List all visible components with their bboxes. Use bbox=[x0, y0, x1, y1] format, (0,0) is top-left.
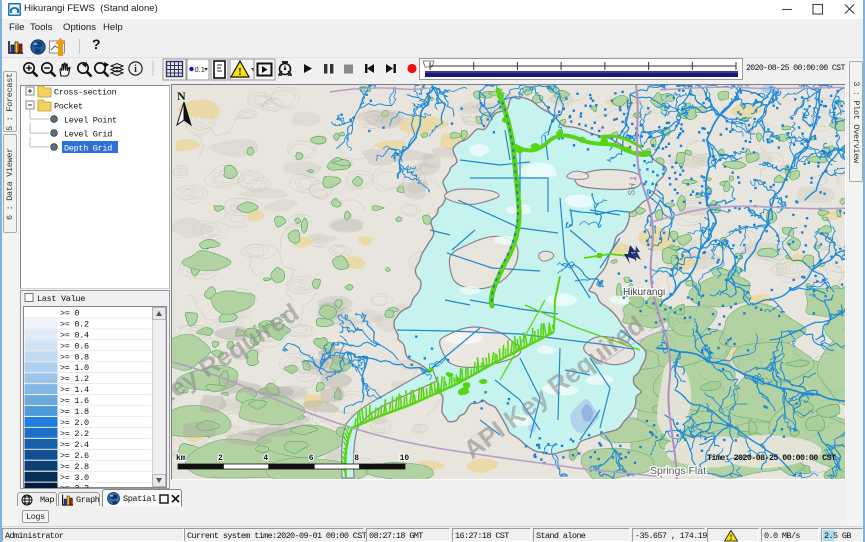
svg-text:8: 8 bbox=[354, 454, 359, 463]
svg-text:0.1: 0.1 bbox=[195, 65, 205, 74]
svg-text:Level Point: Level Point bbox=[64, 116, 117, 126]
svg-text:km: km bbox=[176, 454, 186, 463]
svg-text:>= 2.2: >= 2.2 bbox=[60, 429, 89, 439]
svg-text:>= 1.0: >= 1.0 bbox=[60, 363, 89, 373]
svg-text:>= 0.8: >= 0.8 bbox=[60, 352, 89, 362]
svg-text:2: 2 bbox=[218, 454, 223, 463]
svg-text:>= 2.0: >= 2.0 bbox=[60, 418, 89, 428]
svg-text:>= 0.2: >= 0.2 bbox=[60, 320, 89, 330]
svg-text:Hikurangi: Hikurangi bbox=[623, 287, 665, 298]
svg-text:10: 10 bbox=[400, 454, 410, 463]
svg-text:Time: 2020-08-25 00:00:00 CST: Time: 2020-08-25 00:00:00 CST bbox=[707, 453, 836, 463]
svg-text:>= 3.0: >= 3.0 bbox=[60, 473, 89, 483]
svg-text:>= 2.4: >= 2.4 bbox=[60, 440, 89, 450]
svg-text:i: i bbox=[134, 64, 137, 75]
svg-text:Last Value: Last Value bbox=[37, 294, 85, 304]
svg-text:>= 2.8: >= 2.8 bbox=[60, 462, 89, 472]
svg-text:>= 2.6: >= 2.6 bbox=[60, 451, 89, 461]
svg-text:>= 1.6: >= 1.6 bbox=[60, 396, 89, 406]
svg-text:Springs Flat: Springs Flat bbox=[650, 465, 706, 477]
svg-text:>= 1.8: >= 1.8 bbox=[60, 407, 89, 417]
svg-text:4: 4 bbox=[263, 454, 268, 463]
svg-text:>= 3.2: >= 3.2 bbox=[60, 484, 89, 488]
svg-text:Cross-section: Cross-section bbox=[54, 88, 117, 98]
svg-text:Depth Grid: Depth Grid bbox=[64, 144, 112, 154]
svg-text:>= 1.2: >= 1.2 bbox=[60, 374, 89, 384]
svg-text:>= 1.4: >= 1.4 bbox=[60, 385, 89, 395]
svg-text:!: ! bbox=[238, 66, 242, 78]
svg-text:>= 0: >= 0 bbox=[60, 309, 79, 319]
svg-text:N: N bbox=[177, 89, 186, 103]
svg-text:>= 0.6: >= 0.6 bbox=[60, 341, 89, 351]
svg-text:Pocket: Pocket bbox=[54, 102, 83, 112]
svg-text:6: 6 bbox=[309, 454, 314, 463]
svg-text:!: ! bbox=[730, 532, 733, 542]
svg-text:>= 0.4: >= 0.4 bbox=[60, 330, 89, 340]
svg-text:Level Grid: Level Grid bbox=[64, 130, 112, 140]
